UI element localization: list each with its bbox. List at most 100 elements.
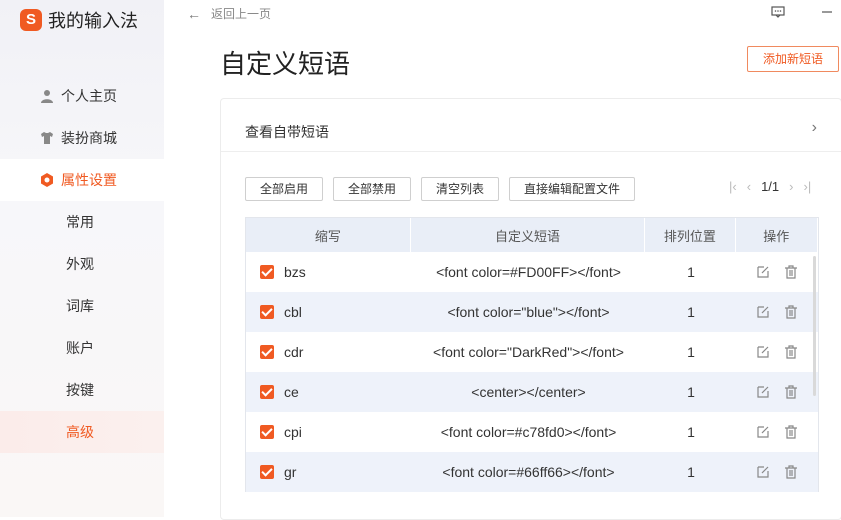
col-phrase-header: 自定义短语: [411, 218, 646, 252]
clear-list-button[interactable]: 清空列表: [421, 177, 500, 201]
cell-abbr: bzs: [246, 252, 411, 292]
table-row: bzs <font color=#FD00FF></font> 1: [246, 252, 818, 292]
trash-icon[interactable]: [784, 425, 798, 439]
sidebar-subitem-label: 按键: [66, 382, 94, 398]
row-checkbox[interactable]: [260, 465, 274, 479]
cell-phrase: <font color="DarkRed"></font>: [433, 344, 624, 360]
edit-icon[interactable]: [756, 465, 770, 479]
logo-icon: S: [20, 9, 42, 31]
edit-icon[interactable]: [756, 425, 770, 439]
sidebar-item-label: 装扮商城: [61, 130, 117, 146]
col-abbr-header: 缩写: [246, 218, 411, 252]
sidebar-item-label: 属性设置: [61, 172, 117, 188]
sidebar: S 我的输入法 个人主页 装扮商城 属性设置 常用 外观 词库 账户 按键 高级: [0, 0, 164, 517]
back-label: 返回上一页: [211, 7, 272, 21]
view-builtin-label: 查看自带短语: [245, 124, 329, 140]
pagination: |‹ ‹ 1/1 › ›|: [729, 179, 811, 194]
add-phrase-button[interactable]: 添加新短语: [747, 46, 839, 72]
table-row: gr <font color=#66ff66></font> 1: [246, 452, 818, 492]
col-position-header: 排列位置: [645, 218, 736, 252]
edit-icon[interactable]: [756, 385, 770, 399]
cell-actions: [736, 412, 818, 452]
trash-icon[interactable]: [784, 345, 798, 359]
cell-position: 1: [687, 344, 695, 360]
sidebar-item-label: 个人主页: [61, 88, 117, 104]
row-checkbox[interactable]: [260, 425, 274, 439]
sidebar-subitem-keys[interactable]: 按键: [0, 369, 164, 411]
row-checkbox[interactable]: [260, 265, 274, 279]
cell-phrase: <font color=#c78fd0></font>: [440, 424, 617, 440]
cell-phrase: <font color=#FD00FF></font>: [436, 264, 621, 280]
cell-actions: [736, 252, 818, 292]
view-builtin-phrases-row[interactable]: 查看自带短语 ›: [221, 109, 841, 152]
sidebar-subitem-appearance[interactable]: 外观: [0, 243, 164, 285]
prev-page-icon[interactable]: ‹: [747, 179, 751, 194]
cell-actions: [736, 372, 818, 412]
last-page-icon[interactable]: ›|: [803, 179, 811, 194]
edit-icon[interactable]: [756, 305, 770, 319]
trash-icon[interactable]: [784, 305, 798, 319]
phrase-card: 查看自带短语 › 全部启用 全部禁用 清空列表 直接编辑配置文件 |‹ ‹ 1/…: [220, 98, 841, 520]
cell-actions: [736, 292, 818, 332]
arrow-left-icon: ←: [187, 5, 201, 22]
sidebar-item-profile[interactable]: 个人主页: [0, 75, 164, 117]
cell-position: 1: [687, 384, 695, 400]
sidebar-item-settings[interactable]: 属性设置: [0, 159, 164, 201]
sidebar-subitem-label: 词库: [66, 298, 94, 314]
cell-abbr: cpi: [246, 412, 411, 452]
abbr-text: gr: [284, 464, 297, 480]
row-checkbox[interactable]: [260, 385, 274, 399]
col-actions-header: 操作: [736, 218, 818, 252]
cell-position: 1: [687, 464, 695, 480]
minimize-icon[interactable]: [821, 6, 833, 18]
row-checkbox[interactable]: [260, 345, 274, 359]
sidebar-subitem-label: 账户: [66, 340, 94, 356]
sidebar-subitem-common[interactable]: 常用: [0, 201, 164, 243]
cell-abbr: cdr: [246, 332, 411, 372]
cell-abbr: cbl: [246, 292, 411, 332]
sidebar-subitem-dictionary[interactable]: 词库: [0, 285, 164, 327]
table-scrollbar[interactable]: [813, 256, 816, 396]
cell-actions: [736, 452, 818, 492]
edit-icon[interactable]: [756, 345, 770, 359]
abbr-text: cpi: [284, 424, 302, 440]
phrase-table: 缩写 自定义短语 排列位置 操作 bzs <font color=#FD00FF>…: [245, 217, 819, 492]
action-bar: 全部启用 全部禁用 清空列表 直接编辑配置文件: [245, 177, 636, 201]
edit-icon[interactable]: [756, 265, 770, 279]
page-indicator: 1/1: [761, 179, 780, 194]
sidebar-subitem-advanced[interactable]: 高级: [0, 411, 164, 453]
edit-config-button[interactable]: 直接编辑配置文件: [509, 177, 636, 201]
shirt-icon: [41, 132, 53, 144]
person-icon: [41, 90, 53, 103]
window-controls: [771, 6, 833, 18]
disable-all-button[interactable]: 全部禁用: [333, 177, 412, 201]
sidebar-item-shop[interactable]: 装扮商城: [0, 117, 164, 159]
row-checkbox[interactable]: [260, 305, 274, 319]
cell-position: 1: [687, 424, 695, 440]
feedback-icon[interactable]: [771, 6, 785, 18]
cell-actions: [736, 332, 818, 372]
table-row: cdr <font color="DarkRed"></font> 1: [246, 332, 818, 372]
table-header: 缩写 自定义短语 排列位置 操作: [246, 218, 818, 252]
settings-hex-icon: [41, 173, 53, 187]
enable-all-button[interactable]: 全部启用: [245, 177, 324, 201]
trash-icon[interactable]: [784, 385, 798, 399]
table-row: cpi <font color=#c78fd0></font> 1: [246, 412, 818, 452]
trash-icon[interactable]: [784, 465, 798, 479]
sidebar-subitem-label: 高级: [66, 424, 94, 440]
cell-phrase: <font color="blue"></font>: [447, 304, 610, 320]
cell-position: 1: [687, 304, 695, 320]
table-row: ce <center></center> 1: [246, 372, 818, 412]
cell-phrase: <center></center>: [471, 384, 586, 400]
abbr-text: cdr: [284, 344, 304, 360]
sidebar-subitem-account[interactable]: 账户: [0, 327, 164, 369]
first-page-icon[interactable]: |‹: [729, 179, 737, 194]
app-logo: S 我的输入法: [20, 7, 138, 33]
back-link[interactable]: ← 返回上一页: [187, 5, 271, 22]
trash-icon[interactable]: [784, 265, 798, 279]
cell-abbr: gr: [246, 452, 411, 492]
abbr-text: bzs: [284, 264, 306, 280]
sidebar-subitem-label: 常用: [66, 214, 94, 230]
next-page-icon[interactable]: ›: [789, 179, 793, 194]
cell-position: 1: [687, 264, 695, 280]
